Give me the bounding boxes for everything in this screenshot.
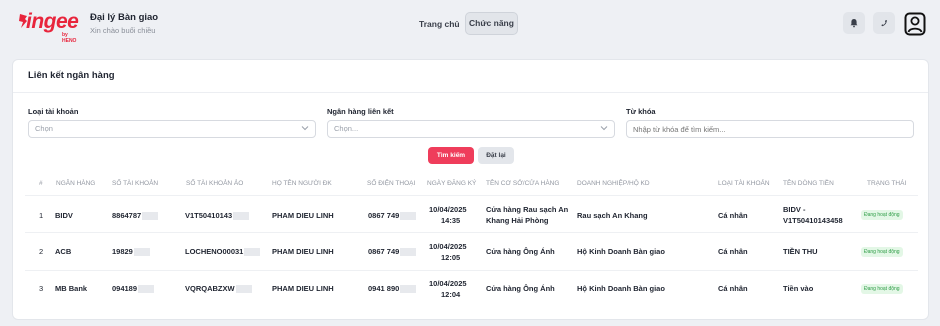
column-header-flow-name: TÊN DÒNG TIỀN <box>783 180 834 187</box>
row-store: Cửa hàng Rau sạch An <box>486 205 569 214</box>
bank-select[interactable]: Chọn... <box>327 120 615 138</box>
row-account-type: Cá nhân <box>718 247 748 256</box>
row-bank: BIDV <box>55 211 73 220</box>
nav-functions[interactable]: Chức năng <box>465 12 518 35</box>
row-virtual-account: VQRQABZXW <box>185 283 252 294</box>
column-header-status: TRẠNG THÁI <box>867 180 907 187</box>
column-header-account-type: LOẠI TÀI KHOẢN <box>718 180 770 187</box>
row-index: 1 <box>39 211 44 220</box>
row-date: 10/04/2025 <box>429 279 467 288</box>
row-index: 3 <box>39 284 44 293</box>
row-bank: MB Bank <box>55 284 88 293</box>
row-phone: 0941 890 <box>368 283 417 294</box>
account-type-select[interactable]: Chọn <box>28 120 316 138</box>
logo-subtext: by HENO <box>62 32 77 44</box>
row-name: PHAM DIEU LINH <box>272 247 334 256</box>
bank-label: Ngân hàng liên kết <box>327 107 394 116</box>
title-divider <box>13 92 928 93</box>
column-header-bank: NGÂN HÀNG <box>56 180 96 187</box>
row-phone: 0867 749 <box>368 210 417 221</box>
greeting-text: Xin chào buổi chiều <box>90 26 156 35</box>
bank-link-card: Liên kết ngân hàng Loại tài khoản Chọn N… <box>12 59 929 320</box>
row-store: Cửa hàng Ông Ánh <box>486 247 555 256</box>
column-header-name: HỌ TÊN NGƯỜI ĐK <box>272 180 332 187</box>
row-account: 8864787 <box>112 210 159 221</box>
row-time: 12:04 <box>441 290 461 299</box>
row-business: Hộ Kinh Doanh Bàn giao <box>577 247 665 256</box>
row-business: Hộ Kinh Doanh Bàn giao <box>577 284 665 293</box>
row-date: 10/04/2025 <box>429 205 467 214</box>
row-virtual-account: V1T50410143 <box>185 210 250 221</box>
row-store: Cửa hàng Ông Ánh <box>486 284 555 293</box>
row-bank: ACB <box>55 247 72 256</box>
row-account: 19829 <box>112 246 150 257</box>
row-name: PHAM DIEU LINH <box>272 284 334 293</box>
row-flow-name-line2: V1T50410143458 <box>783 216 843 225</box>
phone-button[interactable] <box>873 12 895 34</box>
keyword-label: Từ khóa <box>626 107 656 116</box>
row-name: PHAM DIEU LINH <box>272 211 334 220</box>
brand-logo[interactable]: ingee by HENO <box>18 10 82 44</box>
reset-button[interactable]: Đặt lại <box>478 147 514 164</box>
column-header-business: DOANH NGHIỆP/HỘ KD <box>577 180 650 187</box>
row-time: 14:35 <box>441 216 461 225</box>
page-title: Liên kết ngân hàng <box>28 70 115 81</box>
status-badge: Đang hoạt động <box>861 284 903 294</box>
notification-button[interactable] <box>843 12 865 34</box>
row-index: 2 <box>39 247 44 256</box>
status-badge: Đang hoạt động <box>861 210 903 220</box>
user-avatar-icon[interactable] <box>904 12 926 36</box>
row-account-type: Cá nhân <box>718 284 748 293</box>
account-type-placeholder: Chọn <box>35 124 53 133</box>
column-header-index: # <box>39 180 43 187</box>
status-badge: Đang hoạt động <box>861 247 903 257</box>
row-virtual-account: LOCHENO00031 <box>185 246 261 257</box>
row-divider <box>25 232 918 233</box>
row-date: 10/04/2025 <box>429 242 467 251</box>
top-bar: ingee by HENO Đại lý Bàn giao Xin chào b… <box>0 0 940 52</box>
search-button[interactable]: Tìm kiếm <box>428 147 474 164</box>
row-flow-name: TIỀN THU <box>783 247 818 256</box>
logo-text: ingee <box>26 10 79 33</box>
header-divider <box>25 195 918 196</box>
column-header-account: SỐ TÀI KHOẢN <box>112 180 159 187</box>
bell-icon <box>850 19 858 28</box>
agent-name: Đại lý Bàn giao <box>90 12 159 23</box>
nav-home[interactable]: Trang chủ <box>412 13 467 35</box>
column-header-phone: SỐ ĐIỆN THOẠI <box>367 180 416 187</box>
column-header-date: NGÀY ĐĂNG KÝ <box>427 180 477 187</box>
row-business: Rau sạch An Khang <box>577 211 648 220</box>
column-header-virtual-account: SỐ TÀI KHOẢN ẢO <box>186 180 244 187</box>
row-phone: 0867 749 <box>368 246 417 257</box>
row-flow-name: BIDV - <box>783 205 806 214</box>
row-time: 12:05 <box>441 253 461 262</box>
row-flow-name: Tiền vào <box>783 284 814 293</box>
chevron-down-icon <box>600 126 608 131</box>
row-store-line2: Khang Hải Phòng <box>486 216 549 225</box>
phone-icon <box>881 20 887 27</box>
account-type-label: Loại tài khoản <box>28 107 79 116</box>
row-account: 094189 <box>112 283 155 294</box>
bank-placeholder: Chọn... <box>334 124 359 133</box>
keyword-input[interactable] <box>626 120 914 138</box>
column-header-store: TÊN CƠ SỞ/CỬA HÀNG <box>486 180 560 187</box>
chevron-down-icon <box>301 126 309 131</box>
row-account-type: Cá nhân <box>718 211 748 220</box>
row-divider <box>25 270 918 271</box>
